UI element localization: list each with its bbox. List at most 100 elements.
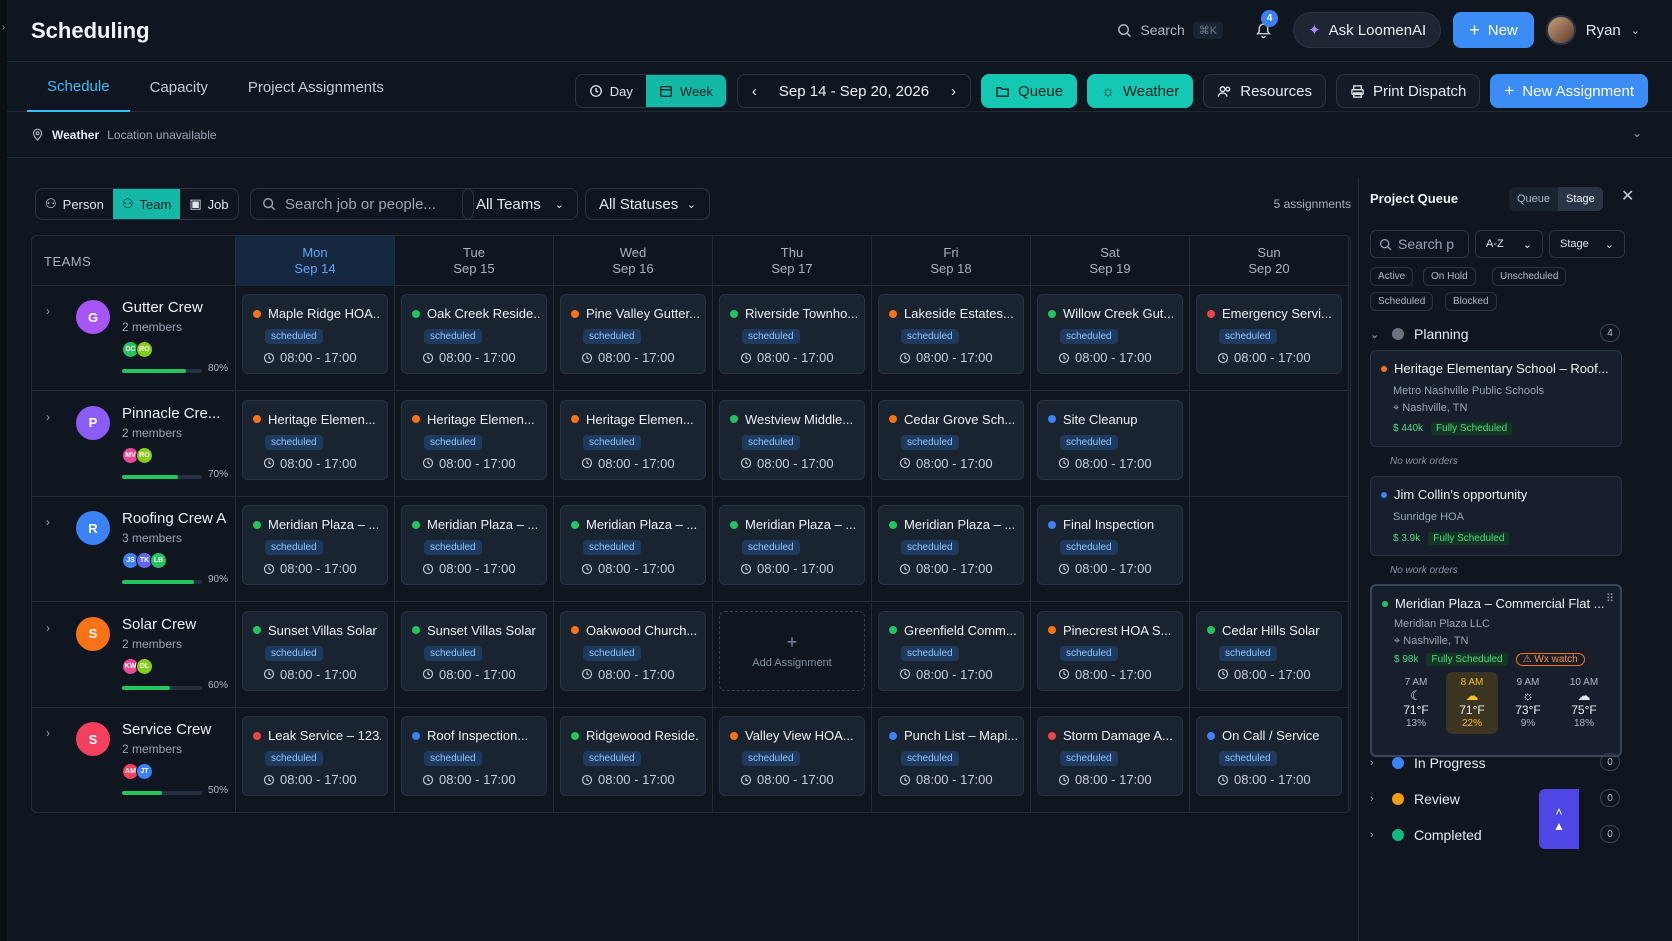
assignment-card[interactable]: Emergency Servi... scheduled 08:00 - 17:00 [1196, 294, 1342, 374]
day-cell[interactable]: On Call / Service scheduled 08:00 - 17:00 [1190, 708, 1349, 812]
filter-pill-unscheduled[interactable]: Unscheduled [1492, 267, 1567, 286]
day-cell[interactable]: Riverside Townho... scheduled 08:00 - 17:0… [713, 286, 872, 391]
chevron-right-icon[interactable]: › [46, 515, 50, 529]
day-cell[interactable]: Valley View HOA... scheduled 08:00 - 17:00 [713, 708, 872, 812]
date-range-label[interactable]: Sep 14 - Sep 20, 2026 [779, 83, 929, 100]
day-cell[interactable]: Oak Creek Reside... scheduled 08:00 - 17:0… [395, 286, 554, 391]
chevron-down-icon[interactable]: ⌄ [1632, 126, 1642, 140]
stage-group-in-progress[interactable]: › In Progress 0 [1370, 753, 1620, 773]
assignment-card[interactable]: Meridian Plaza – ... scheduled 08:00 - 17:… [560, 505, 706, 585]
tab-capacity[interactable]: Capacity [130, 62, 228, 112]
assignment-card[interactable]: Meridian Plaza – ... scheduled 08:00 - 17:… [719, 505, 865, 585]
assignment-card[interactable]: Punch List – Mapi... scheduled 08:00 - 17:… [878, 716, 1024, 796]
ask-ai-button[interactable]: ✦ Ask LoomenAI [1293, 12, 1442, 48]
day-cell[interactable]: Oakwood Church... scheduled 08:00 - 17:00 [554, 602, 713, 708]
notifications-button[interactable]: 4 [1245, 10, 1281, 48]
filter-pill-on-hold[interactable]: On Hold [1423, 267, 1476, 286]
stage-group-review[interactable]: › Review 0 [1370, 789, 1620, 809]
scroll-to-top-button[interactable]: ˄ ▲ [1539, 789, 1579, 849]
day-cell[interactable]: Heritage Elemen... scheduled 08:00 - 17:00 [236, 391, 395, 497]
day-cell[interactable]: Meridian Plaza – ... scheduled 08:00 - 17:… [554, 497, 713, 602]
day-cell[interactable]: Heritage Elemen... scheduled 08:00 - 17:00 [554, 391, 713, 497]
print-dispatch-button[interactable]: Print Dispatch [1335, 74, 1481, 108]
filter-pill-active[interactable]: Active [1370, 267, 1414, 286]
new-assignment-button[interactable]: + New Assignment [1490, 74, 1648, 108]
assignment-card[interactable]: Roof Inspection... scheduled 08:00 - 17:00 [401, 716, 547, 796]
assignment-card[interactable]: Cedar Hills Solar scheduled 08:00 - 17:00 [1196, 610, 1342, 691]
queue-mode-toggle[interactable]: Queue [1509, 187, 1558, 211]
assignment-card[interactable]: Westview Middle... scheduled 08:00 - 17:00 [719, 399, 865, 480]
assignment-card[interactable]: Oakwood Church... scheduled 08:00 - 17:00 [560, 610, 706, 691]
day-cell[interactable]: Leak Service – 123... scheduled 08:00 - 17… [236, 708, 395, 812]
day-cell[interactable]: Cedar Hills Solar scheduled 08:00 - 17:00 [1190, 602, 1349, 708]
close-icon[interactable]: ✕ [1621, 186, 1634, 206]
team-name[interactable]: Service Crew [122, 721, 232, 738]
assignment-card[interactable]: Site Cleanup scheduled 08:00 - 17:00 [1037, 399, 1183, 480]
day-cell[interactable] [1190, 497, 1349, 602]
assignment-card[interactable]: Meridian Plaza – ... scheduled 08:00 - 17:… [878, 505, 1024, 585]
assignment-card[interactable]: Lakeside Estates... scheduled 08:00 - 17:0… [878, 294, 1024, 374]
assignment-card[interactable]: Meridian Plaza – ... scheduled 08:00 - 17:… [242, 505, 388, 585]
assignment-card[interactable]: Final Inspection scheduled 08:00 - 17:00 [1037, 505, 1183, 585]
team-toggle[interactable]: ⚇ Team [112, 189, 181, 219]
stage-mode-toggle[interactable]: Stage [1558, 187, 1603, 211]
day-cell[interactable]: Sunset Villas Solar scheduled 08:00 - 17:0… [395, 602, 554, 708]
day-cell[interactable]: Roof Inspection... scheduled 08:00 - 17:00 [395, 708, 554, 812]
assignment-card[interactable]: Heritage Elemen... scheduled 08:00 - 17:00 [242, 399, 388, 480]
assignment-card[interactable]: Ridgewood Reside... scheduled 08:00 - 17:0… [560, 716, 706, 796]
assignment-card[interactable]: Riverside Townho... scheduled 08:00 - 17:0… [719, 294, 865, 374]
day-cell[interactable]: Maple Ridge HOA... scheduled 08:00 - 17:00 [236, 286, 395, 391]
stage-group-planning[interactable]: ⌄ Planning 4 [1370, 324, 1620, 344]
day-cell[interactable]: Meridian Plaza – ... scheduled 08:00 - 17:… [713, 497, 872, 602]
sidebar-expand-icon[interactable]: › [0, 22, 7, 38]
day-cell[interactable]: Meridian Plaza – ... scheduled 08:00 - 17:… [236, 497, 395, 602]
project-card[interactable]: Heritage Elementary School – Roof... Met… [1370, 350, 1622, 447]
assignment-card[interactable]: Greenfield Comm... scheduled 08:00 - 17:00 [878, 610, 1024, 691]
project-card-selected[interactable]: Meridian Plaza – Commercial Flat ... ⠿ M… [1370, 584, 1622, 757]
day-cell[interactable]: Greenfield Comm... scheduled 08:00 - 17:00 [872, 602, 1031, 708]
chevron-left-icon[interactable]: ‹ [752, 83, 757, 100]
team-name[interactable]: Roofing Crew A [122, 510, 232, 527]
day-cell[interactable]: Punch List – Mapi... scheduled 08:00 - 17:… [872, 708, 1031, 812]
day-cell[interactable] [1190, 391, 1349, 497]
day-cell[interactable]: Pine Valley Gutter... scheduled 08:00 - 17… [554, 286, 713, 391]
day-cell[interactable]: + Add Assignment [713, 602, 872, 708]
assignment-card[interactable]: Pinecrest HOA S... scheduled 08:00 - 17:00 [1037, 610, 1183, 691]
day-cell[interactable]: Cedar Grove Sch... scheduled 08:00 - 17:00 [872, 391, 1031, 497]
group-select[interactable]: Stage ⌄ [1549, 230, 1625, 258]
tab-schedule[interactable]: Schedule [27, 62, 130, 112]
chevron-right-icon[interactable]: › [46, 621, 50, 635]
day-cell[interactable]: Willow Creek Gut... scheduled 08:00 - 17:0… [1031, 286, 1190, 391]
assignment-card[interactable]: Storm Damage A... scheduled 08:00 - 17:00 [1037, 716, 1183, 796]
assignment-card[interactable]: Oak Creek Reside... scheduled 08:00 - 17:0… [401, 294, 547, 374]
day-cell[interactable]: Lakeside Estates... scheduled 08:00 - 17:0… [872, 286, 1031, 391]
sort-select[interactable]: A-Z ⌄ [1475, 230, 1543, 258]
day-cell[interactable]: Westview Middle... scheduled 08:00 - 17:00 [713, 391, 872, 497]
day-cell[interactable]: Storm Damage A... scheduled 08:00 - 17:00 [1031, 708, 1190, 812]
filter-pill-blocked[interactable]: Blocked [1445, 292, 1497, 311]
day-cell[interactable]: Site Cleanup scheduled 08:00 - 17:00 [1031, 391, 1190, 497]
chevron-right-icon[interactable]: › [46, 726, 50, 740]
person-toggle[interactable]: ⚇ Person [36, 189, 113, 219]
statuses-select[interactable]: All Statuses ⌄ [585, 188, 710, 220]
chevron-right-icon[interactable]: › [46, 304, 50, 318]
resources-button[interactable]: Resources [1203, 74, 1326, 108]
day-toggle[interactable]: Day [576, 75, 646, 107]
day-cell[interactable]: Pinecrest HOA S... scheduled 08:00 - 17:00 [1031, 602, 1190, 708]
assignment-card[interactable]: On Call / Service scheduled 08:00 - 17:00 [1196, 716, 1342, 796]
assignment-card[interactable]: Sunset Villas Solar scheduled 08:00 - 17:0… [401, 610, 547, 691]
day-cell[interactable]: Heritage Elemen... scheduled 08:00 - 17:00 [395, 391, 554, 497]
chevron-right-icon[interactable]: › [951, 83, 956, 100]
new-button[interactable]: + New [1453, 12, 1534, 48]
day-cell[interactable]: Final Inspection scheduled 08:00 - 17:00 [1031, 497, 1190, 602]
assignment-card[interactable]: Heritage Elemen... scheduled 08:00 - 17:00 [560, 399, 706, 480]
assignment-card[interactable]: Meridian Plaza – ... scheduled 08:00 - 17:… [401, 505, 547, 585]
week-toggle[interactable]: Week [645, 75, 726, 107]
global-search[interactable]: Search ⌘K [1107, 12, 1233, 48]
drag-handle-icon[interactable]: ⠿ [1606, 592, 1614, 605]
chevron-right-icon[interactable]: › [46, 410, 50, 424]
weather-button[interactable]: ☼ Weather [1087, 74, 1194, 108]
queue-button[interactable]: Queue [981, 74, 1078, 108]
weather-strip[interactable]: Weather Location unavailable ⌄ [7, 112, 1672, 158]
day-cell[interactable]: Meridian Plaza – ... scheduled 08:00 - 17:… [395, 497, 554, 602]
